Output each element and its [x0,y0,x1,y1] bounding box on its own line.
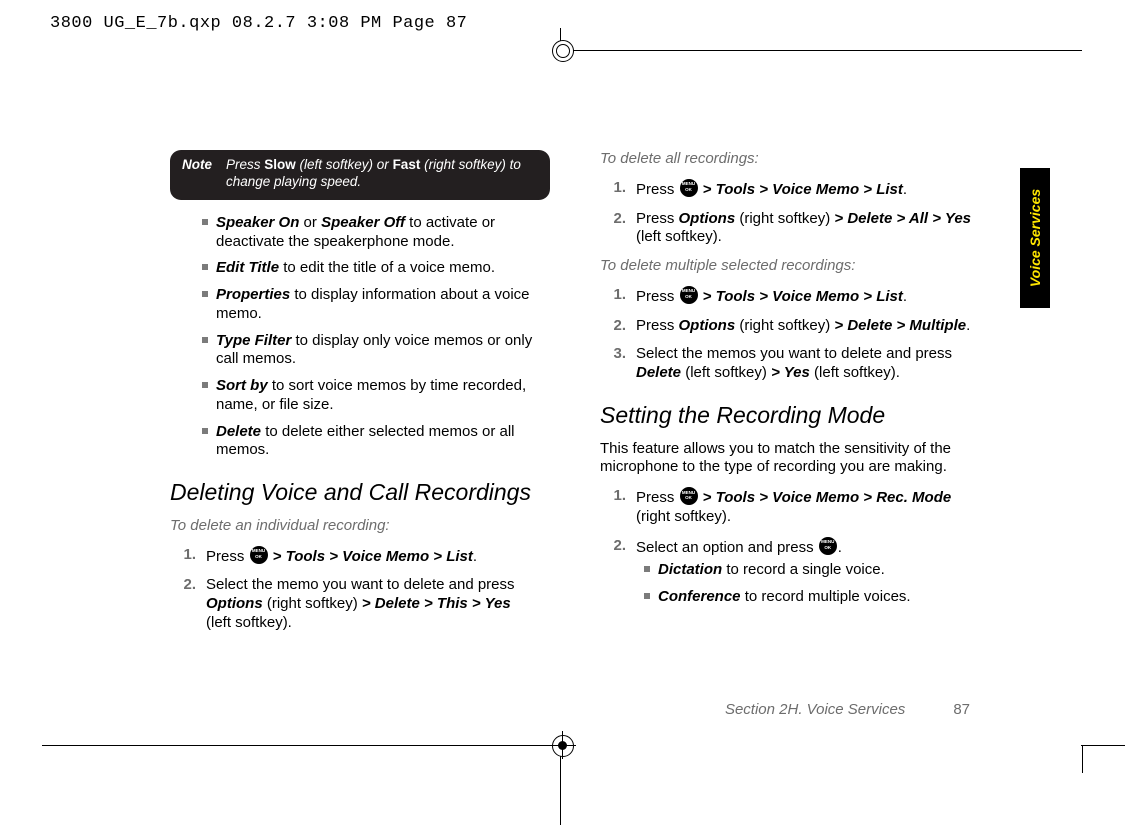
step: 2. Press Options (right softkey) > Delet… [600,210,980,248]
recmode-options: Dictation to record a single voice. Conf… [644,561,980,607]
step: 2. Select an option and press . Dictatio… [600,537,980,615]
note-label: Note [182,157,212,174]
note-box: Note Press Slow (left softkey) or Fast (… [170,150,550,200]
heading-recording-mode: Setting the Recording Mode [600,401,980,430]
menu-ok-icon [819,537,837,555]
step: 2. Select the memo you want to delete an… [170,576,550,632]
lead-individual: To delete an individual recording: [170,517,550,536]
list-item: Dictation to record a single voice. [644,561,980,580]
footer-section: Section 2H. Voice Services [725,701,905,718]
side-tab-label: Voice Services [1027,189,1043,287]
menu-ok-icon [680,179,698,197]
list-item: Edit Title to edit the title of a voice … [202,259,550,278]
recording-mode-para: This feature allows you to match the sen… [600,440,980,478]
list-item: Sort by to sort voice memos by time reco… [202,377,550,415]
page-footer: Section 2H. Voice Services 87 [590,701,970,718]
page-content: Note Press Slow (left softkey) or Fast (… [170,150,970,710]
right-column: To delete all recordings: 1. Press > Too… [600,150,980,625]
step: 1. Press > Tools > Voice Memo > Rec. Mod… [600,487,980,527]
step: 1. Press > Tools > Voice Memo > List. [170,546,550,567]
menu-ok-icon [680,487,698,505]
list-item: Properties to display information about … [202,286,550,324]
list-item: Delete to delete either selected memos o… [202,423,550,461]
lead-multiple: To delete multiple selected recordings: [600,257,980,276]
heading-deleting: Deleting Voice and Call Recordings [170,478,550,507]
steps-multiple: 1. Press > Tools > Voice Memo > List. 2.… [600,286,980,383]
list-item: Speaker On or Speaker Off to activate or… [202,214,550,252]
list-item: Conference to record multiple voices. [644,588,980,607]
step: 1. Press > Tools > Voice Memo > List. [600,286,980,307]
side-tab: Voice Services [1020,168,1050,308]
page-number: 87 [953,701,970,718]
crop-marks-bottom [0,745,1125,825]
lead-all: To delete all recordings: [600,150,980,169]
left-column: Note Press Slow (left softkey) or Fast (… [170,150,550,643]
step: 1. Press > Tools > Voice Memo > List. [600,179,980,200]
menu-ok-icon [680,286,698,304]
step: 2. Press Options (right softkey) > Delet… [600,317,980,336]
steps-individual: 1. Press > Tools > Voice Memo > List. 2.… [170,546,550,633]
steps-all: 1. Press > Tools > Voice Memo > List. 2.… [600,179,980,247]
note-text: Press Slow (left softkey) or Fast (right… [226,157,538,191]
step: 3. Select the memos you want to delete a… [600,345,980,383]
steps-recmode: 1. Press > Tools > Voice Memo > Rec. Mod… [600,487,980,615]
print-header: 3800 UG_E_7b.qxp 08.2.7 3:08 PM Page 87 [50,14,467,33]
options-list: Speaker On or Speaker Off to activate or… [202,214,550,460]
list-item: Type Filter to display only voice memos … [202,332,550,370]
menu-ok-icon [250,546,268,564]
